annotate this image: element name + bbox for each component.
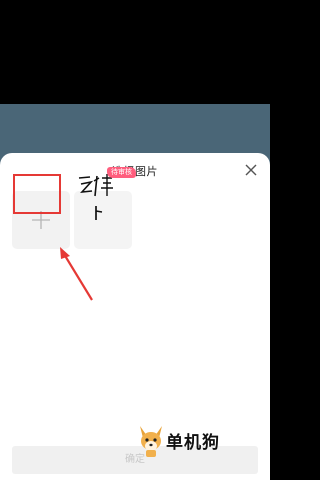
close-button[interactable] xyxy=(243,162,259,178)
dog-logo-icon xyxy=(140,426,162,457)
watermark: 单机狗 xyxy=(136,424,266,458)
top-black-bar xyxy=(0,0,270,104)
watermark-text: 单机狗 xyxy=(166,433,220,453)
highlight-box xyxy=(13,174,61,214)
close-icon xyxy=(245,164,257,176)
pending-review-badge: 待审核 xyxy=(107,167,136,178)
